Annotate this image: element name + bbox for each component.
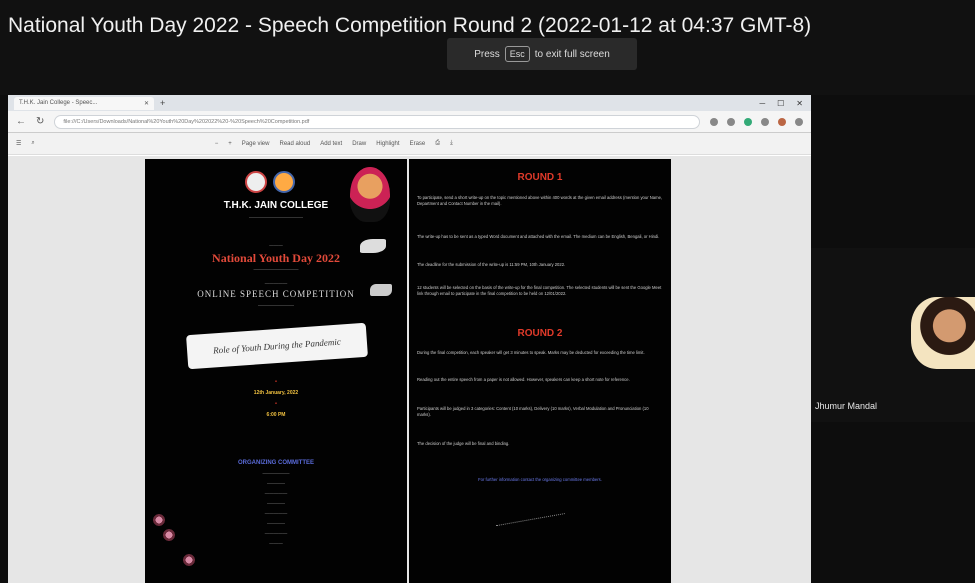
profile-icon[interactable] — [778, 117, 786, 126]
topic-banner: Role of Youth During the Pandemic — [186, 322, 368, 370]
flower-decoration — [153, 514, 165, 526]
add-text-button[interactable]: Add text — [320, 141, 342, 147]
favorite-icon[interactable] — [727, 117, 735, 126]
college-name: T.H.K. JAIN COLLEGE — [223, 200, 329, 211]
committee-list: ———— — [267, 501, 285, 506]
esc-key: Esc — [504, 46, 530, 62]
extension-icons — [710, 117, 803, 126]
round-1-heading: ROUND 1 — [517, 172, 563, 183]
committee-list: ————— — [264, 491, 288, 496]
organizing-committee-heading: ORGANIZING COMMITTEE — [238, 460, 314, 466]
zoom-out-icon[interactable]: − — [215, 141, 219, 147]
participant-avatar — [911, 297, 975, 369]
pdf-viewer: T.H.K. JAIN COLLEGE ———————————— ——— Nat… — [8, 156, 811, 583]
collections-icon[interactable] — [761, 117, 769, 126]
round-2-paragraph: Reading out the entire speech from a pap… — [417, 377, 630, 382]
close-window-icon[interactable]: ✕ — [796, 99, 803, 108]
department-logo-icon — [273, 171, 295, 193]
celebration-label: ——— — [269, 243, 283, 248]
organizer-line: ————— — [264, 281, 288, 286]
esc-hint-suffix: to exit full screen — [534, 48, 610, 60]
round-2-heading: ROUND 2 — [517, 328, 563, 339]
college-logos — [245, 171, 295, 193]
round-2-paragraph: During the final competition, each speak… — [417, 350, 645, 355]
committee-list: ————— — [264, 531, 288, 536]
page-view-button[interactable]: Page view — [242, 141, 270, 147]
print-icon[interactable]: ⎙ — [435, 140, 440, 147]
portrait-image — [350, 167, 390, 222]
maximize-icon[interactable]: ☐ — [777, 99, 784, 108]
zoom-icon[interactable] — [710, 117, 718, 126]
zoom-in-icon[interactable]: + — [228, 141, 232, 147]
browser-tab[interactable]: T.H.K. Jain College - Speec... ✕ — [14, 96, 154, 110]
draw-button[interactable]: Draw — [352, 141, 366, 147]
search-icon[interactable]: ⌕ — [31, 140, 34, 147]
pdf-toolbar: ☰ ⌕ − + Page view Read aloud Add text Dr… — [8, 133, 811, 155]
competition-title: ONLINE SPEECH COMPETITION — [197, 289, 355, 299]
extension-icon[interactable] — [744, 117, 752, 126]
college-subtitle: ———————————— — [249, 215, 303, 220]
url-field[interactable]: file:///C:/Users/Downloads/National%20Yo… — [54, 114, 700, 129]
poster-page: T.H.K. JAIN COLLEGE ———————————— ——— Nat… — [145, 159, 407, 583]
event-subtitle: —————————— — [253, 267, 299, 272]
esc-hint-prefix: Press — [474, 48, 500, 60]
leaf-decoration — [495, 513, 569, 545]
rules-page: ROUND 1 To participate, send a short wri… — [409, 159, 671, 583]
exit-fullscreen-hint: Press Esc to exit full screen — [447, 38, 637, 70]
participant-name: Jhumur Mandal — [815, 401, 878, 411]
committee-list: ———— — [267, 481, 285, 486]
refresh-icon[interactable]: ↻ — [36, 116, 44, 127]
shared-screen: T.H.K. Jain College - Speec... ✕ + ─ ☐ ✕… — [8, 95, 811, 583]
round-2-paragraph: The decision of the judge will be final … — [417, 441, 510, 446]
menu-icon[interactable] — [795, 117, 803, 126]
meeting-top-bar: National Youth Day 2022 - Speech Competi… — [0, 0, 975, 95]
committee-list: ——— — [269, 541, 283, 546]
date-label: • — [275, 379, 277, 385]
flower-decoration — [163, 529, 175, 541]
contents-icon[interactable]: ☰ — [16, 140, 21, 147]
new-tab-icon[interactable]: + — [160, 98, 165, 108]
window-controls: ─ ☐ ✕ — [759, 99, 811, 108]
address-bar: ← ↻ file:///C:/Users/Downloads/National%… — [8, 111, 811, 133]
minimize-icon[interactable]: ─ — [759, 99, 765, 108]
round-1-paragraph: The write-up has to be sent as a typed W… — [417, 234, 660, 239]
time-label: • — [275, 401, 277, 407]
committee-list: —————— — [262, 471, 290, 476]
save-icon[interactable]: ⤓ — [450, 140, 453, 147]
round-2-paragraph: Participants will be judged in 3 categor… — [417, 406, 649, 417]
competition-subtitle: ———————— — [258, 303, 294, 308]
event-time: 6:00 PM — [266, 412, 286, 418]
committee-list: ———— — [267, 521, 285, 526]
round-1-paragraph: 12 students will be selected on the basi… — [417, 285, 662, 296]
college-logo-icon — [245, 171, 267, 193]
highlight-button[interactable]: Highlight — [376, 141, 399, 147]
read-aloud-button[interactable]: Read aloud — [279, 141, 310, 147]
round-1-paragraph: To participate, send a short write-up on… — [417, 195, 663, 206]
close-tab-icon[interactable]: ✕ — [144, 100, 149, 107]
erase-button[interactable]: Erase — [410, 141, 426, 147]
back-icon[interactable]: ← — [16, 116, 26, 127]
browser-tabstrip: T.H.K. Jain College - Speec... ✕ + ─ ☐ ✕ — [8, 95, 811, 111]
round-1-paragraph: The deadline for the submission of the w… — [417, 262, 566, 267]
meeting-title: National Youth Day 2022 - Speech Competi… — [8, 14, 812, 37]
event-title: National Youth Day 2022 — [212, 251, 340, 265]
event-date: 12th January, 2022 — [253, 390, 299, 396]
committee-list: ————— — [264, 511, 288, 516]
contact-note: For further information contact the orga… — [478, 477, 602, 482]
tab-title: T.H.K. Jain College - Speec... — [19, 100, 98, 106]
flower-decoration — [183, 554, 195, 566]
